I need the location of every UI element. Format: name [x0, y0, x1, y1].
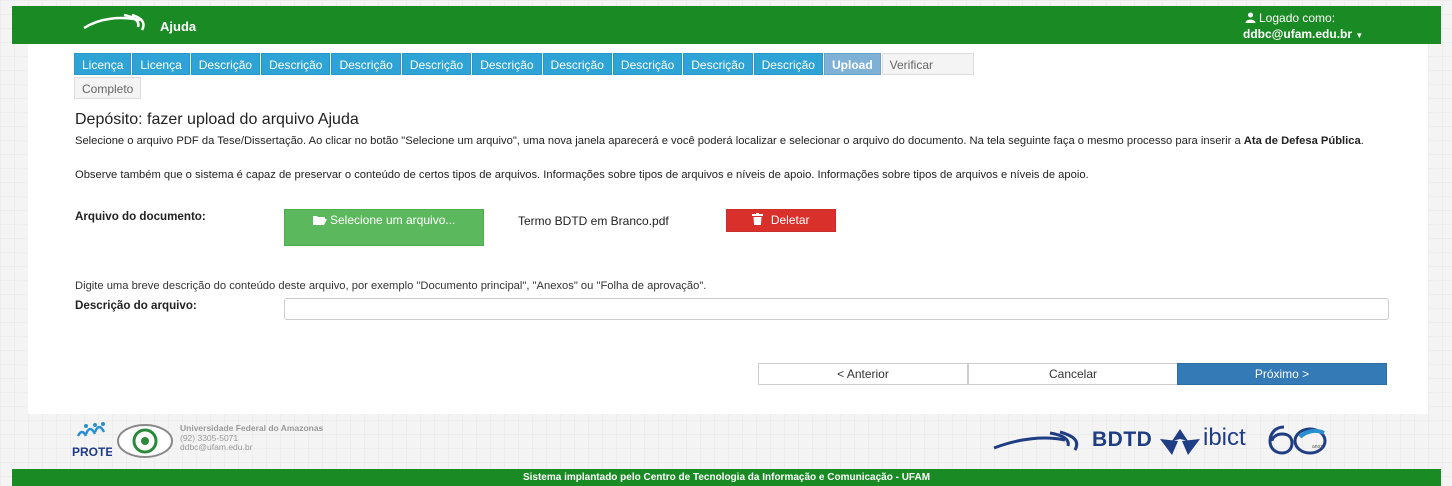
footer-logos: PROTEC Universidade Federal do Amazonas … — [62, 422, 1442, 462]
protec-text: PROTEC — [72, 445, 112, 458]
file-types-paragraph: Observe também que o sistema é capaz de … — [75, 169, 1089, 181]
instructions-text: Selecione o arquivo PDF da Tese/Disserta… — [75, 135, 1244, 147]
bdtd-swoosh-icon — [993, 430, 1079, 451]
description-label: Descrição do arquivo: — [75, 299, 197, 312]
ufam-seal-logo[interactable] — [116, 423, 174, 464]
deposit-content: Licença Licença Descrição Descrição Desc… — [28, 44, 1428, 414]
app-title[interactable]: Ajuda — [160, 19, 196, 34]
bottom-bar: Sistema implantado pelo Centro de Tecnol… — [12, 469, 1441, 486]
bdtd-logo-text[interactable]: BDTD — [1092, 428, 1152, 452]
tab-upload[interactable]: Upload — [823, 53, 881, 75]
tab-licenca-1[interactable]: Licença — [74, 53, 132, 75]
ibict-60-years-icon: anos — [1268, 425, 1327, 455]
tab-descricao-8[interactable]: Descrição — [683, 53, 753, 75]
user-menu[interactable]: Logado como: ddbc@ufam.edu.br ▼ — [1243, 11, 1433, 41]
tab-descricao-6[interactable]: Descrição — [542, 53, 612, 75]
user-icon — [1245, 12, 1256, 23]
instructions-paragraph: Selecione o arquivo PDF da Tese/Disserta… — [75, 134, 1415, 149]
page-title: Depósito: fazer upload do arquivo Ajuda — [75, 111, 359, 128]
caret-down-icon: ▼ — [1355, 31, 1364, 40]
step-tabs: Licença Licença Descrição Descrição Desc… — [74, 53, 1374, 99]
ibict-years-label: anos — [1312, 444, 1323, 450]
tab-descricao-5[interactable]: Descrição — [472, 53, 542, 75]
tab-descricao-2[interactable]: Descrição — [261, 53, 331, 75]
selected-file-name: Termo BDTD em Branco.pdf — [518, 214, 669, 228]
protec-logo[interactable]: PROTEC — [72, 422, 122, 463]
site-logo[interactable] — [80, 12, 150, 38]
delete-label: Deletar — [770, 213, 810, 227]
file-label: Arquivo do documento: — [75, 210, 206, 223]
institution-email: ddbc@ufam.edu.br — [180, 442, 253, 452]
cancel-button[interactable]: Cancelar — [968, 363, 1178, 385]
institution-info: Universidade Federal do Amazonas (92) 33… — [180, 423, 323, 453]
tab-descricao-1[interactable]: Descrição — [190, 53, 261, 75]
instructions-bold: Ata de Defesa Pública — [1243, 135, 1361, 147]
tab-verificar[interactable]: Verificar — [881, 53, 974, 75]
delete-button[interactable]: Deletar — [726, 209, 836, 232]
top-navbar: Ajuda Logado como: ddbc@ufam.edu.br ▼ — [12, 6, 1441, 44]
description-input[interactable] — [284, 298, 1389, 320]
previous-button[interactable]: < Anterior — [758, 363, 968, 385]
description-hint: Digite uma breve descrição do conteúdo d… — [75, 280, 707, 292]
select-file-button[interactable]: Selecione um arquivo... — [284, 209, 484, 246]
tab-licenca-2[interactable]: Licença — [132, 53, 190, 75]
folder-open-icon — [312, 213, 330, 227]
select-file-label: Selecione um arquivo... — [329, 213, 456, 227]
user-email: ddbc@ufam.edu.br — [1243, 27, 1353, 41]
tab-completo[interactable]: Completo — [74, 77, 142, 99]
tab-descricao-3[interactable]: Descrição — [331, 53, 401, 75]
tab-descricao-4[interactable]: Descrição — [401, 53, 472, 75]
ibict-emblem-icon — [1160, 429, 1200, 455]
tab-descricao-9[interactable]: Descrição — [753, 53, 823, 75]
ibict-logo-text[interactable]: ibict — [1203, 424, 1246, 452]
trash-icon — [752, 213, 770, 227]
next-button[interactable]: Próximo > — [1177, 363, 1387, 385]
tab-descricao-7[interactable]: Descrição — [612, 53, 683, 75]
instructions-end: . — [1360, 135, 1364, 147]
logged-as-label: Logado como: — [1259, 11, 1336, 25]
